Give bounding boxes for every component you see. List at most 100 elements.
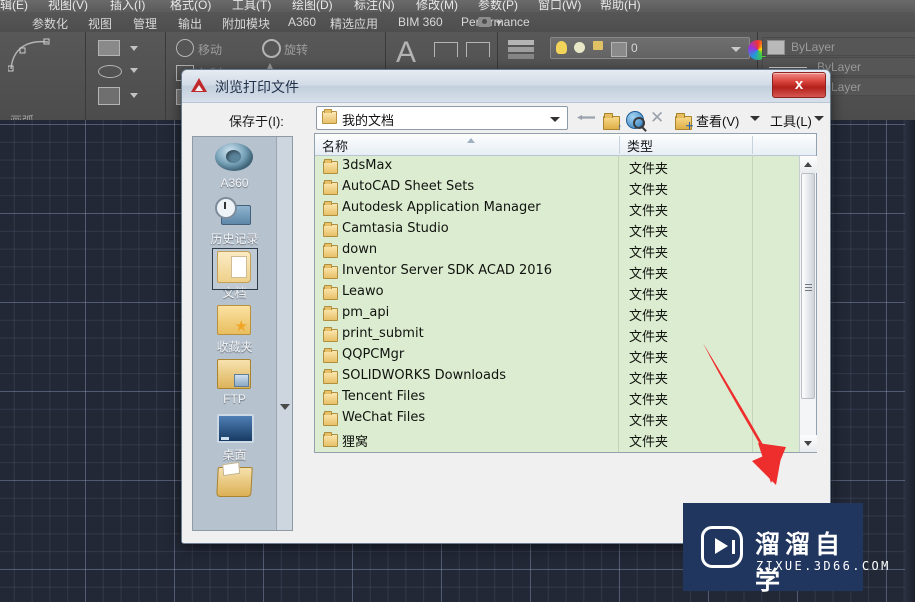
place-a360[interactable]: A360 — [193, 141, 276, 190]
ribbon-tab-bar[interactable]: 参数化 视图 管理 输出 附加模块 A360 精选应用 BIM 360 Perf… — [0, 12, 915, 33]
menu-item-4[interactable]: 工具(T) — [232, 0, 271, 12]
table-row[interactable]: Inventor Server SDK ACAD 2016 文件夹 — [315, 261, 799, 282]
menu-item-6[interactable]: 标注(N) — [354, 0, 395, 12]
dialog-title-bar[interactable]: 浏览打印文件 x — [182, 70, 830, 103]
scroll-up-button[interactable] — [800, 156, 817, 173]
column-header-type[interactable]: 类型 — [627, 136, 653, 155]
unlock-icon[interactable] — [593, 41, 603, 50]
menu-item-3[interactable]: 格式(O) — [170, 0, 211, 12]
ribbon-panel-draw: 画弧 — [0, 32, 86, 128]
camera-icon[interactable] — [478, 17, 491, 27]
column-header-name[interactable]: 名称 — [322, 136, 348, 155]
table-row[interactable]: SOLIDWORKS Downloads 文件夹 — [315, 366, 799, 387]
rectangle-dropdown-icon[interactable] — [130, 46, 138, 51]
menu-item-9[interactable]: 窗口(W) — [538, 0, 581, 12]
ribbon-tab-featured-apps[interactable]: 精选应用 — [330, 15, 378, 32]
chevron-down-icon[interactable] — [280, 404, 290, 410]
text-tool-icon[interactable]: A — [396, 36, 416, 70]
dialog-title: 浏览打印文件 — [215, 80, 299, 96]
file-type: 文件夹 — [629, 288, 669, 303]
place-open-folder[interactable] — [193, 465, 276, 500]
arc-icon[interactable] — [8, 36, 54, 74]
chevron-down-icon[interactable] — [750, 116, 760, 121]
dimension-linear-icon[interactable] — [434, 42, 458, 57]
menu-item-10[interactable]: 帮助(H) — [600, 0, 641, 12]
color-swatch[interactable] — [767, 40, 785, 55]
ribbon-tab-bim360[interactable]: BIM 360 — [398, 15, 443, 29]
menu-item-0[interactable]: 辑(E) — [0, 0, 28, 12]
table-row[interactable]: Autodesk Application Manager 文件夹 — [315, 198, 799, 219]
file-name: 狸窝 — [342, 435, 369, 450]
menu-item-5[interactable]: 绘图(D) — [292, 0, 333, 12]
table-row[interactable]: 3dsMax 文件夹 — [315, 156, 799, 177]
ellipse-icon[interactable] — [98, 65, 122, 78]
menu-item-2[interactable]: 插入(I) — [110, 0, 145, 12]
hatch-icon[interactable] — [98, 87, 120, 105]
place-ftp[interactable]: FTP — [193, 357, 276, 406]
move-icon[interactable] — [176, 39, 194, 57]
place-favorites[interactable]: ★ 收藏夹 — [193, 303, 276, 355]
menu-bar[interactable]: 辑(E) 视图(V) 插入(I) 格式(O) 工具(T) 绘图(D) 标注(N)… — [0, 0, 915, 12]
table-row[interactable]: QQPCMgr 文件夹 — [315, 345, 799, 366]
file-name: print_submit — [342, 326, 424, 341]
ribbon-tab-output[interactable]: 输出 — [178, 15, 202, 32]
up-folder-icon[interactable]: ↑ — [599, 106, 623, 132]
close-button[interactable]: x — [772, 72, 826, 98]
chevron-down-icon[interactable] — [550, 117, 560, 122]
places-scrollbar[interactable] — [276, 137, 292, 530]
browse-print-file-dialog: 浏览打印文件 x 保存于(I): 我的文档 ↑ ＋ 查看(V) 工具(L) A3… — [181, 69, 831, 544]
file-type: 文件夹 — [629, 183, 669, 198]
property-row-color[interactable]: ByLayer — [762, 37, 915, 56]
ribbon-tab-parametric[interactable]: 参数化 — [32, 15, 68, 32]
file-list[interactable]: 名称 类型 3dsMax 文件夹 AutoCAD Sheet Sets 文件夹 … — [314, 133, 817, 453]
place-desktop[interactable]: 桌面 — [193, 411, 276, 463]
menu-item-8[interactable]: 参数(P) — [478, 0, 518, 12]
view-menu-button[interactable]: 查看(V) — [696, 111, 739, 130]
chevron-down-icon[interactable] — [814, 116, 824, 121]
file-list-body[interactable]: 3dsMax 文件夹 AutoCAD Sheet Sets 文件夹 Autode… — [315, 156, 799, 452]
save-in-combo[interactable]: 我的文档 — [316, 106, 568, 130]
table-row[interactable]: down 文件夹 — [315, 240, 799, 261]
ftp-icon — [193, 357, 276, 391]
tools-menu-button[interactable]: 工具(L) — [770, 111, 812, 130]
table-row[interactable]: WeChat Files 文件夹 — [315, 408, 799, 429]
layer-combo[interactable]: 0 — [550, 37, 750, 59]
search-web-icon[interactable] — [623, 106, 647, 130]
menu-item-1[interactable]: 视图(V) — [48, 0, 88, 12]
table-row[interactable]: Leawo 文件夹 — [315, 282, 799, 303]
scrollbar-thumb[interactable] — [801, 173, 815, 399]
table-row[interactable]: Tencent Files 文件夹 — [315, 387, 799, 408]
menu-item-7[interactable]: 修改(M) — [416, 0, 458, 12]
ribbon-tab-addins[interactable]: 附加模块 — [222, 15, 270, 32]
ribbon-tab-a360[interactable]: A360 — [288, 15, 316, 29]
place-history[interactable]: 历史记录 — [193, 195, 276, 247]
dimension-aligned-icon[interactable] — [466, 42, 490, 57]
chevron-down-icon[interactable] — [496, 21, 502, 25]
table-row[interactable]: pm_api 文件夹 — [315, 303, 799, 324]
ribbon-tab-manage[interactable]: 管理 — [133, 15, 157, 32]
scroll-down-button[interactable] — [800, 435, 817, 452]
back-icon[interactable] — [575, 106, 599, 130]
lightbulb-icon[interactable] — [556, 41, 567, 54]
ellipse-dropdown-icon[interactable] — [130, 68, 138, 73]
delete-icon[interactable] — [647, 106, 671, 130]
folder-icon — [323, 348, 338, 363]
favorites-icon: ★ — [193, 303, 276, 337]
file-list-header[interactable]: 名称 类型 — [315, 134, 816, 156]
layer-dropdown-icon[interactable] — [731, 47, 741, 52]
folder-icon — [323, 306, 338, 321]
hatch-dropdown-icon[interactable] — [130, 93, 138, 98]
sun-icon[interactable] — [574, 42, 585, 53]
rotate-icon[interactable] — [262, 39, 281, 58]
rectangle-icon[interactable] — [98, 40, 120, 56]
new-folder-icon[interactable]: ＋ — [671, 106, 695, 131]
table-row[interactable]: Camtasia Studio 文件夹 — [315, 219, 799, 240]
table-row[interactable]: 狸窝 文件夹 — [315, 429, 799, 450]
table-row[interactable]: AutoCAD Sheet Sets 文件夹 — [315, 177, 799, 198]
ribbon-tab-view[interactable]: 视图 — [88, 15, 112, 32]
layer-color-swatch[interactable] — [611, 42, 627, 57]
layers-stack-icon[interactable] — [508, 40, 534, 45]
place-documents[interactable]: 文档 — [193, 248, 276, 301]
file-list-scrollbar[interactable] — [799, 156, 817, 452]
table-row[interactable]: print_submit 文件夹 — [315, 324, 799, 345]
